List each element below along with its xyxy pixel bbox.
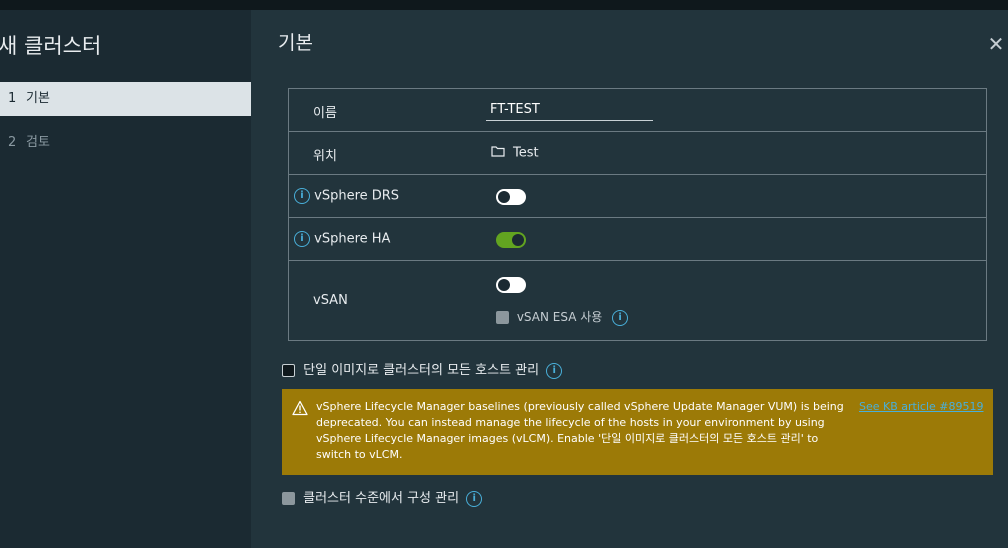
location-text: Test xyxy=(513,145,539,161)
ha-toggle[interactable] xyxy=(496,232,526,248)
cluster-form: 이름 위치 Test i vSphere DRS i vSphere HA vS… xyxy=(288,88,987,341)
ha-label: vSphere HA xyxy=(314,231,391,247)
page-title: 기본 xyxy=(278,32,313,54)
single-image-checkbox[interactable] xyxy=(282,364,295,377)
drs-label: vSphere DRS xyxy=(314,188,400,204)
folder-icon xyxy=(491,145,505,161)
drs-label-wrap: i vSphere DRS xyxy=(294,188,399,204)
location-value[interactable]: Test xyxy=(491,145,539,161)
kb-article-link[interactable]: See KB article #89519 xyxy=(859,399,983,415)
alert-text: vSphere Lifecycle Manager baselines (pre… xyxy=(316,400,844,461)
info-icon[interactable]: i xyxy=(294,188,310,204)
name-input[interactable] xyxy=(486,99,653,121)
wizard-step-review[interactable]: 2 검토 xyxy=(0,126,251,160)
step-label: 기본 xyxy=(26,91,50,106)
info-icon[interactable]: i xyxy=(612,309,629,326)
row-vsan: vSAN vSAN ESA 사용 i xyxy=(289,261,986,340)
wizard-step-basic[interactable]: 1 기본 xyxy=(0,82,251,116)
close-icon[interactable]: ✕ xyxy=(986,32,1006,56)
row-location: 위치 Test xyxy=(289,132,986,175)
wizard-title: 새 클러스터 xyxy=(0,34,102,58)
location-label: 위치 xyxy=(313,149,337,164)
vsan-label: vSAN xyxy=(313,293,348,308)
vsan-esa-option: vSAN ESA 사용 i xyxy=(496,308,629,326)
cluster-config-option: 클러스터 수준에서 구성 관리 i xyxy=(282,487,483,507)
cluster-config-checkbox[interactable] xyxy=(282,492,295,505)
warning-icon xyxy=(292,400,308,416)
vsan-esa-label: vSAN ESA 사용 xyxy=(516,310,603,324)
step-number: 2 xyxy=(8,135,17,150)
info-icon[interactable]: i xyxy=(294,231,310,247)
cluster-config-label: 클러스터 수준에서 구성 관리 xyxy=(303,491,460,506)
row-drs: i vSphere DRS xyxy=(289,175,986,218)
vsan-esa-checkbox[interactable] xyxy=(496,311,509,324)
info-icon[interactable]: i xyxy=(546,362,563,379)
single-image-option: 단일 이미지로 클러스터의 모든 호스트 관리 i xyxy=(282,359,563,379)
single-image-label: 단일 이미지로 클러스터의 모든 호스트 관리 xyxy=(303,363,540,378)
row-name: 이름 xyxy=(289,89,986,132)
step-number: 1 xyxy=(8,91,17,106)
vsan-toggle[interactable] xyxy=(496,277,526,293)
wizard-sidebar: 새 클러스터 1 기본 2 검토 xyxy=(0,10,251,548)
ha-label-wrap: i vSphere HA xyxy=(294,231,390,247)
top-bar xyxy=(0,0,1008,10)
info-icon[interactable]: i xyxy=(466,490,483,507)
drs-toggle[interactable] xyxy=(496,189,526,205)
wizard-content: 기본 ✕ 이름 위치 Test i vSphere DRS i vSphere … xyxy=(251,10,1008,548)
step-label: 검토 xyxy=(26,135,50,150)
row-ha: i vSphere HA xyxy=(289,218,986,261)
deprecation-alert: vSphere Lifecycle Manager baselines (pre… xyxy=(282,389,993,475)
name-label: 이름 xyxy=(313,106,337,121)
